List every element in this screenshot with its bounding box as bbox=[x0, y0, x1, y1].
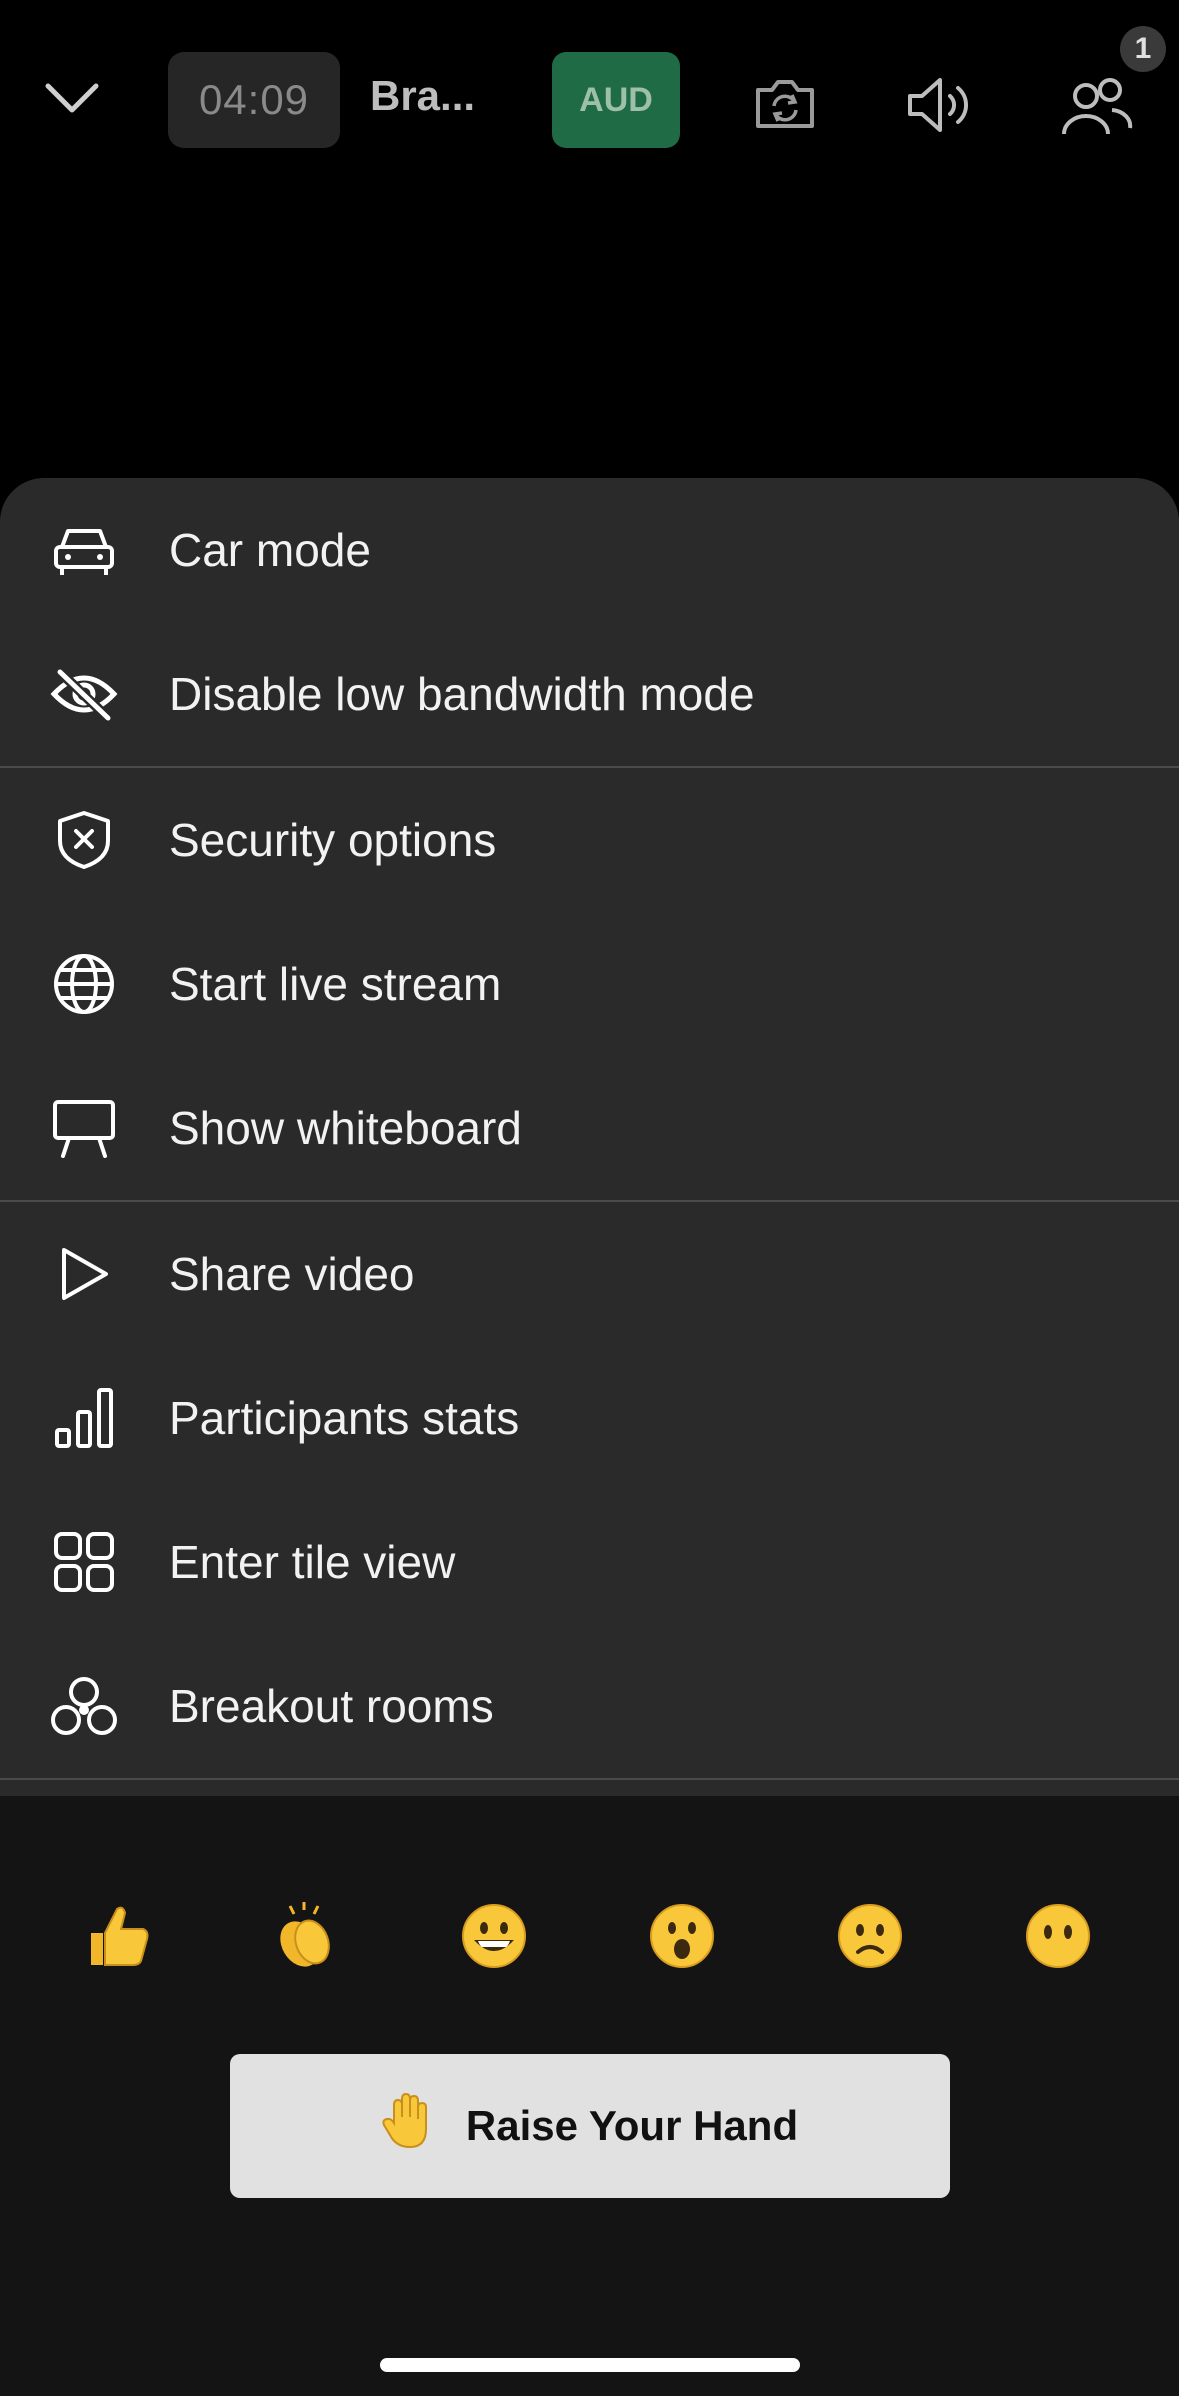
menu-item-label: Car mode bbox=[169, 524, 371, 576]
menu-item-label: Show whiteboard bbox=[169, 1102, 522, 1154]
globe-icon bbox=[50, 950, 118, 1018]
reaction-surprised[interactable] bbox=[622, 1876, 742, 1996]
meeting-title: Bra... bbox=[370, 72, 476, 119]
menu-item-label: Participants stats bbox=[169, 1392, 520, 1444]
top-bar: 04:09 Bra... AUD 1 bbox=[0, 0, 1179, 200]
bar-chart-icon bbox=[50, 1384, 118, 1452]
menu-item-label: Security options bbox=[169, 814, 497, 866]
menu-item-live-stream[interactable]: Start live stream bbox=[0, 912, 1179, 1056]
camera-switch-icon[interactable] bbox=[752, 76, 818, 132]
reaction-slightly-frowning[interactable] bbox=[810, 1876, 930, 1996]
shield-x-icon bbox=[50, 806, 118, 874]
menu-item-label: Share video bbox=[169, 1248, 415, 1300]
overflow-menu-sheet: Car mode Disable low bandwidth mode Secu… bbox=[0, 478, 1179, 2396]
menu-item-label: Enter tile view bbox=[169, 1536, 456, 1588]
menu-item-car-mode[interactable]: Car mode bbox=[0, 478, 1179, 622]
raise-hand-label: Raise Your Hand bbox=[465, 2102, 799, 2149]
menu-list: Car mode Disable low bandwidth mode Secu… bbox=[0, 478, 1179, 1796]
menu-item-share-video[interactable]: Share video bbox=[0, 1202, 1179, 1346]
home-indicator[interactable] bbox=[380, 2358, 800, 2372]
menu-item-label: Breakout rooms bbox=[169, 1680, 494, 1732]
call-timer: 04:09 bbox=[168, 52, 340, 148]
menu-item-label: Disable low bandwidth mode bbox=[169, 668, 755, 720]
participants-count-badge: 1 bbox=[1120, 26, 1166, 72]
play-icon bbox=[50, 1240, 118, 1308]
chevron-down-icon[interactable] bbox=[42, 78, 102, 118]
reaction-thumbs-up[interactable] bbox=[58, 1876, 178, 1996]
menu-item-low-bandwidth[interactable]: Disable low bandwidth mode bbox=[0, 622, 1179, 766]
car-icon bbox=[50, 516, 118, 584]
reaction-grinning[interactable] bbox=[434, 1876, 554, 1996]
breakout-rooms-icon bbox=[50, 1672, 118, 1740]
menu-item-label: Start live stream bbox=[169, 958, 502, 1010]
reaction-clapping[interactable] bbox=[246, 1876, 366, 1996]
reactions-row bbox=[0, 1876, 1179, 1996]
raise-hand-button[interactable]: Raise Your Hand bbox=[230, 2054, 950, 2198]
menu-item-participants-stats[interactable]: Participants stats bbox=[0, 1346, 1179, 1490]
raised-hand-icon bbox=[382, 2091, 436, 2161]
menu-item-tile-view[interactable]: Enter tile view bbox=[0, 1490, 1179, 1634]
menu-item-breakout-rooms[interactable]: Breakout rooms bbox=[0, 1634, 1179, 1778]
audio-only-button[interactable]: AUD bbox=[552, 52, 680, 148]
menu-item-whiteboard[interactable]: Show whiteboard bbox=[0, 1056, 1179, 1200]
menu-item-security-options[interactable]: Security options bbox=[0, 768, 1179, 912]
eye-off-icon bbox=[50, 660, 118, 728]
tile-grid-icon bbox=[50, 1528, 118, 1596]
menu-bottom-padding bbox=[0, 1780, 1179, 1796]
whiteboard-icon bbox=[50, 1094, 118, 1162]
speaker-icon[interactable] bbox=[904, 74, 974, 136]
participants-icon[interactable] bbox=[1060, 74, 1134, 140]
reaction-no-mouth[interactable] bbox=[998, 1876, 1118, 1996]
